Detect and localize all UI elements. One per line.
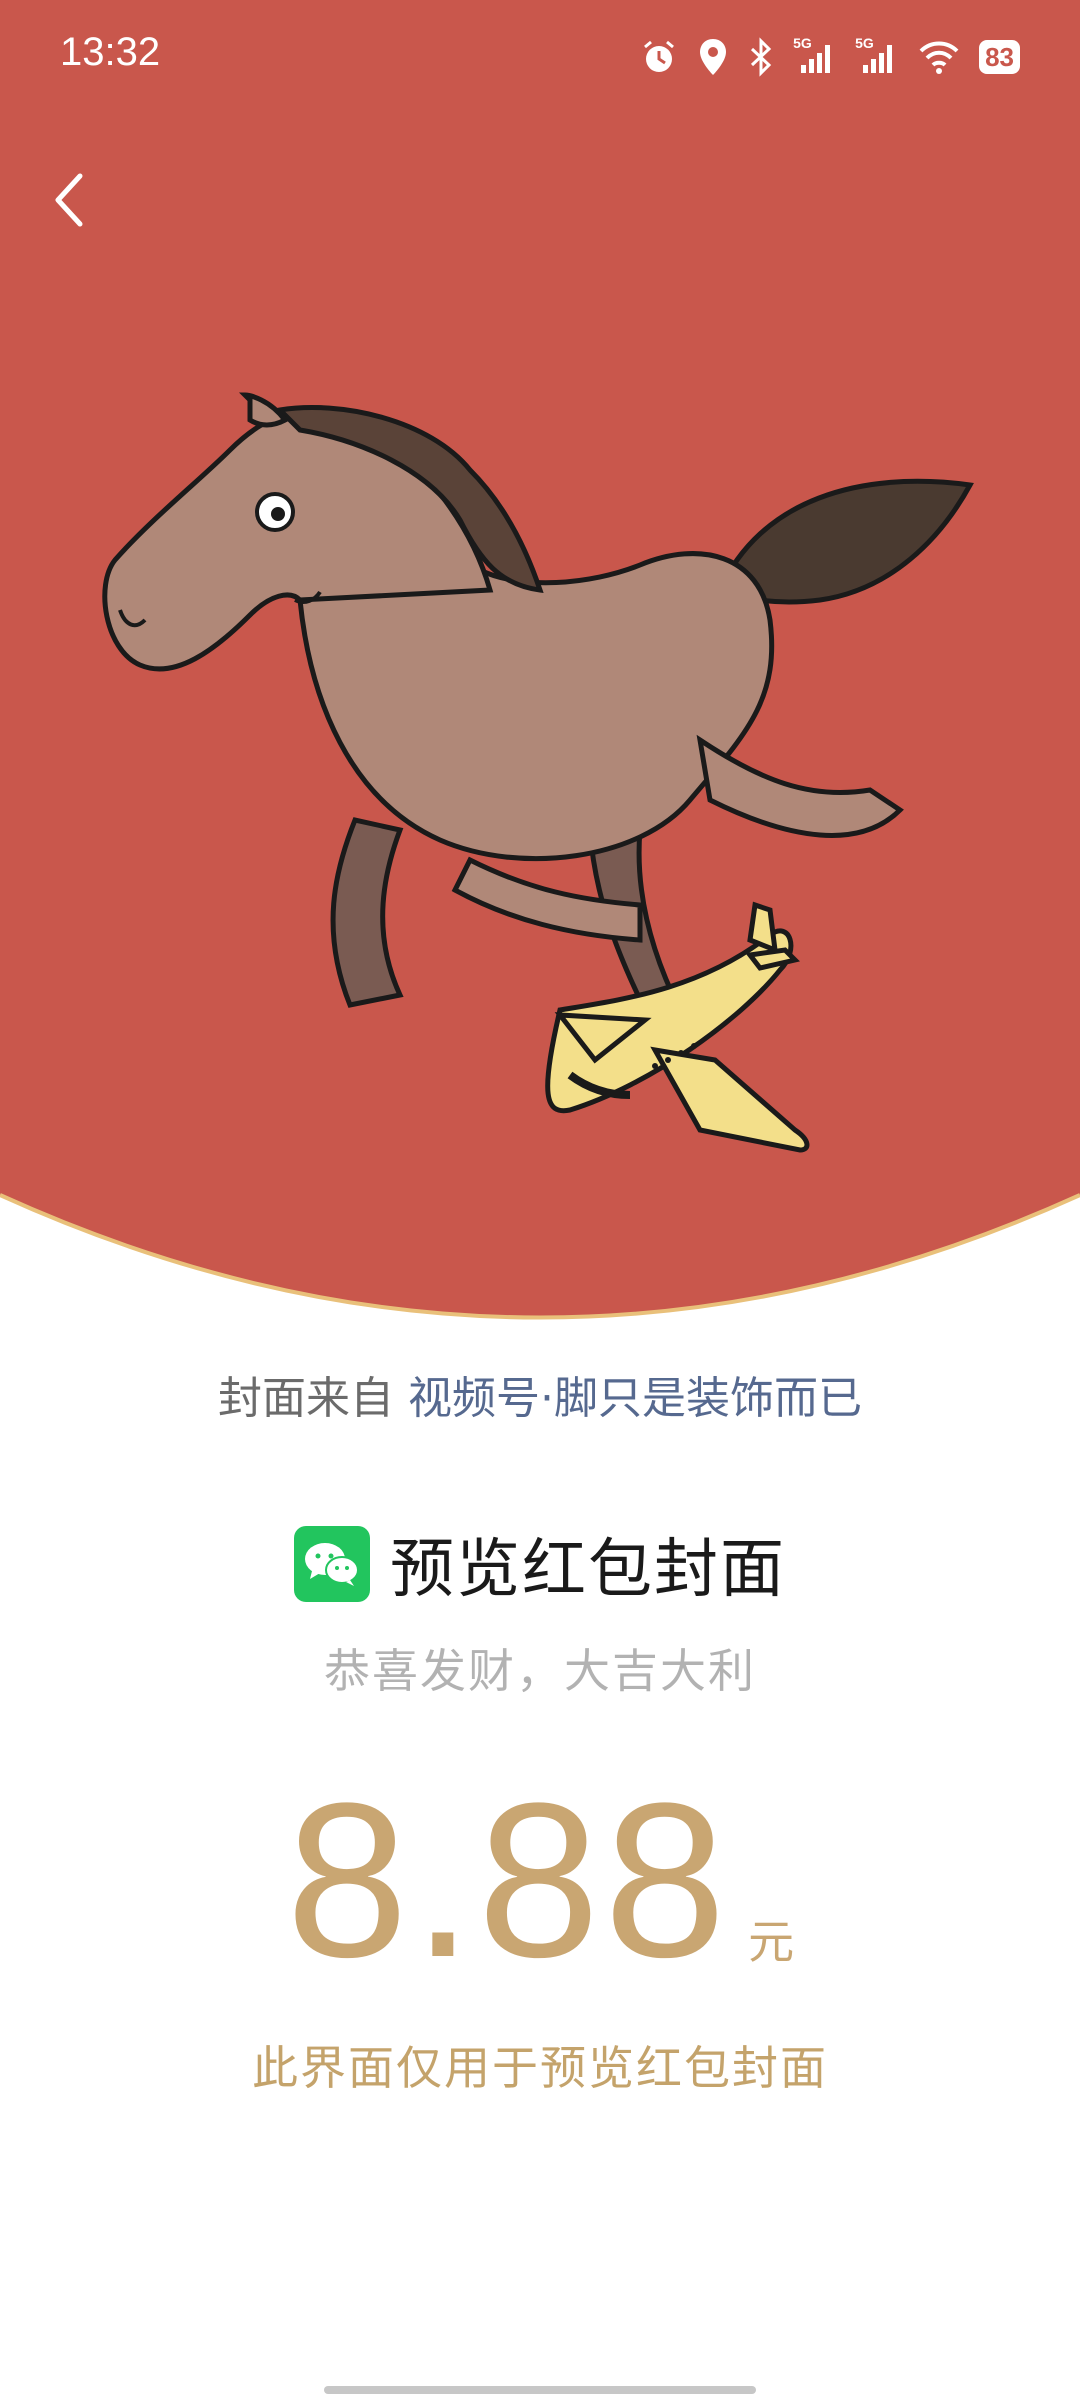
bluetooth-icon <box>751 37 772 77</box>
status-bar: 13:32 5G 5G 83 <box>0 0 1080 110</box>
amount-unit: 元 <box>748 1915 795 1969</box>
cover-area: 13:32 5G 5G 83 <box>0 0 1080 1330</box>
channel-link[interactable]: 视频号·脚只是装饰而已 <box>408 1373 862 1424</box>
preview-note: 此界面仅用于预览红包封面 <box>252 2041 828 2095</box>
cellular-signal-icon: 5G <box>793 35 837 77</box>
cellular-signal-icon: 5G <box>855 35 899 77</box>
battery-indicator: 83 <box>979 40 1020 74</box>
horse-airplane-illustration <box>102 392 974 1153</box>
wechat-icon <box>294 1526 370 1602</box>
clock: 13:32 <box>60 30 161 74</box>
chevron-left-icon <box>55 173 83 227</box>
wifi-icon <box>919 41 959 74</box>
cover-source-prefix: 封面来自 <box>218 1373 394 1424</box>
home-indicator[interactable] <box>324 2386 756 2394</box>
greeting-text: 恭喜发财，大吉大利 <box>324 1644 756 1698</box>
cover-source: 封面来自 视频号·脚只是装饰而已 <box>0 1362 1080 1426</box>
status-icons: 5G 5G 83 <box>639 32 1020 82</box>
page-title: 预览红包封面 <box>390 1533 786 1607</box>
amount-row: 8.88 元 <box>0 1757 1080 2003</box>
airplane-drawing <box>545 901 810 1153</box>
title-row: 预览红包封面 <box>0 1518 1080 1610</box>
back-button[interactable] <box>30 160 110 240</box>
alarm-icon <box>644 40 675 72</box>
amount-value: 8.88 <box>285 1757 731 2003</box>
location-icon <box>700 39 727 75</box>
